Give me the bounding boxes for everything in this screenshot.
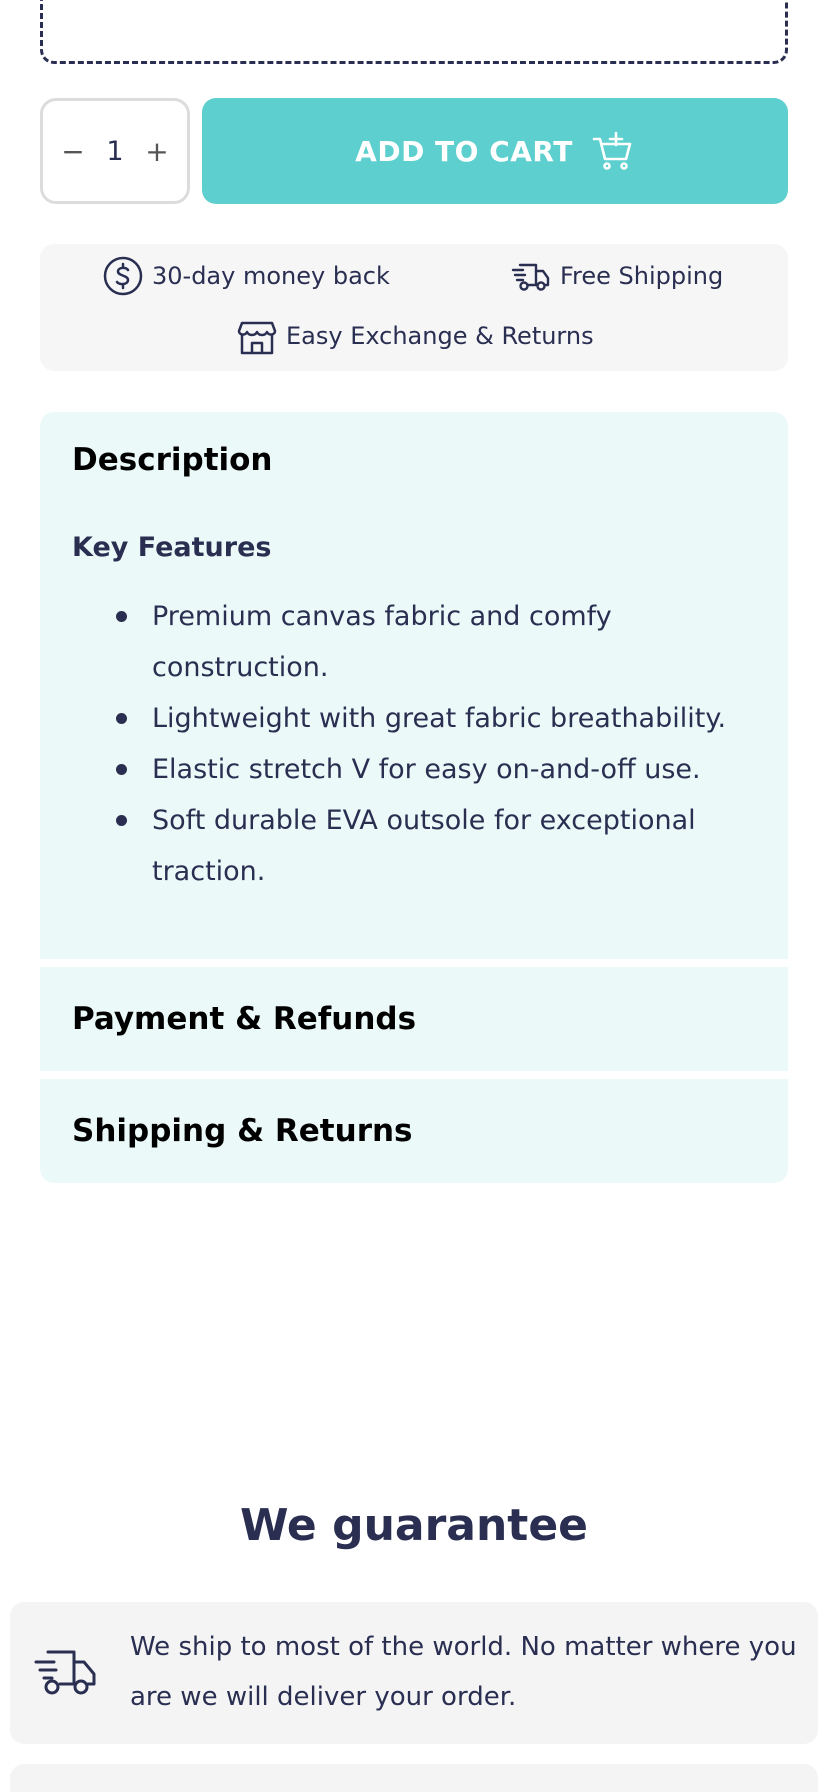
product-accordion: Description Key Features Premium canvas … xyxy=(40,412,788,1183)
add-to-cart-button[interactable]: ADD TO CART xyxy=(202,98,788,204)
cart-plus-icon xyxy=(592,131,632,170)
guarantee-card: We ship to most of the world. No matter … xyxy=(10,1602,818,1744)
shipping-returns-title: Shipping & Returns xyxy=(72,1113,413,1149)
payment-refunds-title: Payment & Refunds xyxy=(72,1001,417,1037)
list-item: Premium canvas fabric and comfy construc… xyxy=(72,591,756,693)
perk-money-back: 30-day money back xyxy=(102,255,390,297)
increase-quantity-button[interactable]: + xyxy=(143,135,171,168)
guarantee-text: We ship to most of the world. No matter … xyxy=(130,1632,797,1712)
features-list: Premium canvas fabric and comfy construc… xyxy=(72,591,756,897)
perk-label: 30-day money back xyxy=(152,262,390,290)
description-panel: Description Key Features Premium canvas … xyxy=(40,412,788,959)
quantity-value[interactable]: 1 xyxy=(106,136,123,167)
dollar-circle-icon xyxy=(103,256,143,296)
list-item: Lightweight with great fabric breathabil… xyxy=(72,693,756,744)
guarantee-heading: We guarantee xyxy=(239,1500,589,1551)
list-item: Elastic stretch V for easy on-and-off us… xyxy=(72,744,756,795)
dashed-placeholder-box xyxy=(40,0,788,64)
key-features-heading: Key Features xyxy=(72,532,272,563)
perk-exchange-returns: Easy Exchange & Returns xyxy=(236,315,594,357)
perk-label: Free Shipping xyxy=(560,262,724,290)
list-item: Soft durable EVA outsole for exceptional… xyxy=(72,795,756,897)
product-page: − 1 + ADD TO CART 30-day money back Free… xyxy=(0,0,828,1792)
truck-icon xyxy=(34,1650,96,1695)
perk-free-shipping: Free Shipping xyxy=(510,255,723,297)
perks-panel: 30-day money back Free Shipping Easy Exc… xyxy=(40,244,788,371)
guarantee-card xyxy=(10,1764,818,1792)
payment-refunds-tab[interactable]: Payment & Refunds xyxy=(40,967,788,1071)
truck-icon xyxy=(511,263,550,291)
shipping-returns-tab[interactable]: Shipping & Returns xyxy=(40,1079,788,1183)
quantity-stepper[interactable]: − 1 + xyxy=(40,98,190,204)
description-title[interactable]: Description xyxy=(72,442,756,478)
decrease-quantity-button[interactable]: − xyxy=(59,135,87,168)
add-to-cart-label: ADD TO CART xyxy=(355,134,573,168)
storefront-icon xyxy=(237,321,277,355)
perk-label: Easy Exchange & Returns xyxy=(286,322,594,350)
